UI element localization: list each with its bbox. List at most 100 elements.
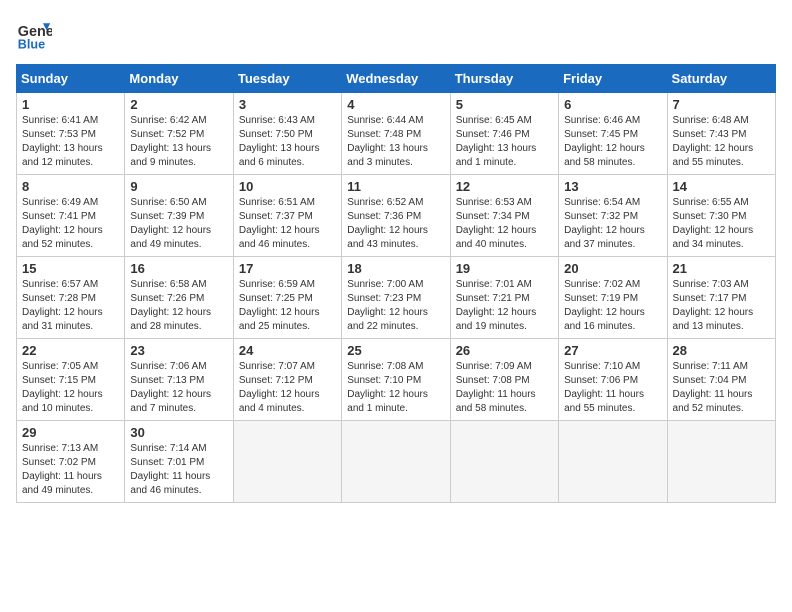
col-header-monday: Monday (125, 65, 233, 93)
day-number: 26 (456, 343, 553, 358)
day-info: Sunrise: 6:48 AMSunset: 7:43 PMDaylight:… (673, 114, 770, 170)
day-number: 18 (347, 261, 444, 276)
calendar-cell: 5 Sunrise: 6:45 AMSunset: 7:46 PMDaylight… (450, 93, 558, 175)
day-info: Sunrise: 6:44 AMSunset: 7:48 PMDaylight:… (347, 114, 444, 170)
day-number: 14 (673, 179, 770, 194)
day-info: Sunrise: 6:52 AMSunset: 7:36 PMDaylight:… (347, 196, 444, 252)
calendar-cell: 11Sunrise: 6:52 AMSunset: 7:36 PMDayligh… (342, 175, 450, 257)
day-number: 25 (347, 343, 444, 358)
calendar-cell (450, 421, 558, 503)
calendar-cell: 17 Sunrise: 6:59 AMSunset: 7:25 PMDayligh… (233, 257, 341, 339)
day-number: 16 (130, 261, 227, 276)
calendar-cell: 27 Sunrise: 7:10 AMSunset: 7:06 PMDayligh… (559, 339, 667, 421)
day-info: Sunrise: 6:55 AMSunset: 7:30 PMDaylight:… (673, 196, 770, 252)
calendar-cell: 21Sunrise: 7:03 AMSunset: 7:17 PMDayligh… (667, 257, 775, 339)
day-info: Sunrise: 7:08 AMSunset: 7:10 PMDaylight:… (347, 360, 444, 416)
calendar-cell (559, 421, 667, 503)
calendar-cell (233, 421, 341, 503)
day-info: Sunrise: 6:59 AMSunset: 7:25 PMDaylight:… (239, 278, 336, 334)
day-info: Sunrise: 7:00 AMSunset: 7:23 PMDaylight:… (347, 278, 444, 334)
header-row: SundayMondayTuesdayWednesdayThursdayFrid… (17, 65, 776, 93)
day-info: Sunrise: 6:50 AMSunset: 7:39 PMDaylight:… (130, 196, 227, 252)
col-header-tuesday: Tuesday (233, 65, 341, 93)
day-number: 20 (564, 261, 661, 276)
calendar-cell: 16 Sunrise: 6:58 AMSunset: 7:26 PMDayligh… (125, 257, 233, 339)
calendar-table: SundayMondayTuesdayWednesdayThursdayFrid… (16, 64, 776, 503)
day-number: 12 (456, 179, 553, 194)
calendar-cell: 7 Sunrise: 6:48 AMSunset: 7:43 PMDaylight… (667, 93, 775, 175)
day-info: Sunrise: 7:10 AMSunset: 7:06 PMDaylight:… (564, 360, 661, 416)
calendar-cell: 30Sunrise: 7:14 AMSunset: 7:01 PMDayligh… (125, 421, 233, 503)
day-number: 17 (239, 261, 336, 276)
calendar-cell: 13 Sunrise: 6:54 AMSunset: 7:32 PMDayligh… (559, 175, 667, 257)
col-header-friday: Friday (559, 65, 667, 93)
day-info: Sunrise: 6:41 AMSunset: 7:53 PMDaylight:… (22, 114, 119, 170)
day-info: Sunrise: 7:09 AMSunset: 7:08 PMDaylight:… (456, 360, 553, 416)
day-info: Sunrise: 6:58 AMSunset: 7:26 PMDaylight:… (130, 278, 227, 334)
day-info: Sunrise: 7:05 AMSunset: 7:15 PMDaylight:… (22, 360, 119, 416)
day-number: 4 (347, 97, 444, 112)
day-info: Sunrise: 7:07 AMSunset: 7:12 PMDaylight:… (239, 360, 336, 416)
calendar-cell (667, 421, 775, 503)
calendar-cell: 20 Sunrise: 7:02 AMSunset: 7:19 PMDayligh… (559, 257, 667, 339)
day-number: 13 (564, 179, 661, 194)
col-header-sunday: Sunday (17, 65, 125, 93)
calendar-cell: 6 Sunrise: 6:46 AMSunset: 7:45 PMDaylight… (559, 93, 667, 175)
calendar-cell: 3 Sunrise: 6:43 AMSunset: 7:50 PMDaylight… (233, 93, 341, 175)
calendar-cell: 19 Sunrise: 7:01 AMSunset: 7:21 PMDayligh… (450, 257, 558, 339)
day-number: 29 (22, 425, 119, 440)
day-info: Sunrise: 6:43 AMSunset: 7:50 PMDaylight:… (239, 114, 336, 170)
calendar-cell: 14 Sunrise: 6:55 AMSunset: 7:30 PMDayligh… (667, 175, 775, 257)
day-number: 7 (673, 97, 770, 112)
calendar-cell: 25 Sunrise: 7:08 AMSunset: 7:10 PMDayligh… (342, 339, 450, 421)
logo-icon: General Blue (16, 16, 52, 52)
day-number: 19 (456, 261, 553, 276)
col-header-saturday: Saturday (667, 65, 775, 93)
day-info: Sunrise: 6:46 AMSunset: 7:45 PMDaylight:… (564, 114, 661, 170)
week-row-1: 1 Sunrise: 6:41 AMSunset: 7:53 PMDaylight… (17, 93, 776, 175)
day-info: Sunrise: 7:02 AMSunset: 7:19 PMDaylight:… (564, 278, 661, 334)
week-row-2: 8 Sunrise: 6:49 AMSunset: 7:41 PMDaylight… (17, 175, 776, 257)
calendar-cell: 8 Sunrise: 6:49 AMSunset: 7:41 PMDaylight… (17, 175, 125, 257)
calendar-cell: 23 Sunrise: 7:06 AMSunset: 7:13 PMDayligh… (125, 339, 233, 421)
day-number: 23 (130, 343, 227, 358)
week-row-4: 22 Sunrise: 7:05 AMSunset: 7:15 PMDayligh… (17, 339, 776, 421)
calendar-cell: 18 Sunrise: 7:00 AMSunset: 7:23 PMDayligh… (342, 257, 450, 339)
day-number: 2 (130, 97, 227, 112)
calendar-cell (342, 421, 450, 503)
day-info: Sunrise: 7:13 AMSunset: 7:02 PMDaylight:… (22, 442, 119, 498)
col-header-thursday: Thursday (450, 65, 558, 93)
day-number: 1 (22, 97, 119, 112)
day-info: Sunrise: 7:01 AMSunset: 7:21 PMDaylight:… (456, 278, 553, 334)
calendar-cell: 12Sunrise: 6:53 AMSunset: 7:34 PMDayligh… (450, 175, 558, 257)
day-number: 27 (564, 343, 661, 358)
calendar-cell: 1 Sunrise: 6:41 AMSunset: 7:53 PMDaylight… (17, 93, 125, 175)
calendar-cell: 2 Sunrise: 6:42 AMSunset: 7:52 PMDaylight… (125, 93, 233, 175)
logo: General Blue (16, 16, 52, 52)
day-number: 15 (22, 261, 119, 276)
calendar-cell: 24Sunrise: 7:07 AMSunset: 7:12 PMDayligh… (233, 339, 341, 421)
day-info: Sunrise: 6:45 AMSunset: 7:46 PMDaylight:… (456, 114, 553, 170)
calendar-cell: 22 Sunrise: 7:05 AMSunset: 7:15 PMDayligh… (17, 339, 125, 421)
calendar-cell: 26 Sunrise: 7:09 AMSunset: 7:08 PMDayligh… (450, 339, 558, 421)
day-number: 5 (456, 97, 553, 112)
week-row-3: 15 Sunrise: 6:57 AMSunset: 7:28 PMDayligh… (17, 257, 776, 339)
calendar-cell: 28Sunrise: 7:11 AMSunset: 7:04 PMDayligh… (667, 339, 775, 421)
day-number: 6 (564, 97, 661, 112)
day-number: 8 (22, 179, 119, 194)
page-header: General Blue (16, 16, 776, 52)
day-info: Sunrise: 6:49 AMSunset: 7:41 PMDaylight:… (22, 196, 119, 252)
day-number: 28 (673, 343, 770, 358)
day-info: Sunrise: 7:03 AMSunset: 7:17 PMDaylight:… (673, 278, 770, 334)
day-number: 3 (239, 97, 336, 112)
svg-text:Blue: Blue (18, 37, 45, 51)
day-number: 22 (22, 343, 119, 358)
calendar-cell: 10Sunrise: 6:51 AMSunset: 7:37 PMDayligh… (233, 175, 341, 257)
day-info: Sunrise: 6:42 AMSunset: 7:52 PMDaylight:… (130, 114, 227, 170)
day-info: Sunrise: 6:57 AMSunset: 7:28 PMDaylight:… (22, 278, 119, 334)
col-header-wednesday: Wednesday (342, 65, 450, 93)
day-number: 30 (130, 425, 227, 440)
day-info: Sunrise: 6:54 AMSunset: 7:32 PMDaylight:… (564, 196, 661, 252)
day-info: Sunrise: 7:06 AMSunset: 7:13 PMDaylight:… (130, 360, 227, 416)
week-row-5: 29 Sunrise: 7:13 AMSunset: 7:02 PMDayligh… (17, 421, 776, 503)
